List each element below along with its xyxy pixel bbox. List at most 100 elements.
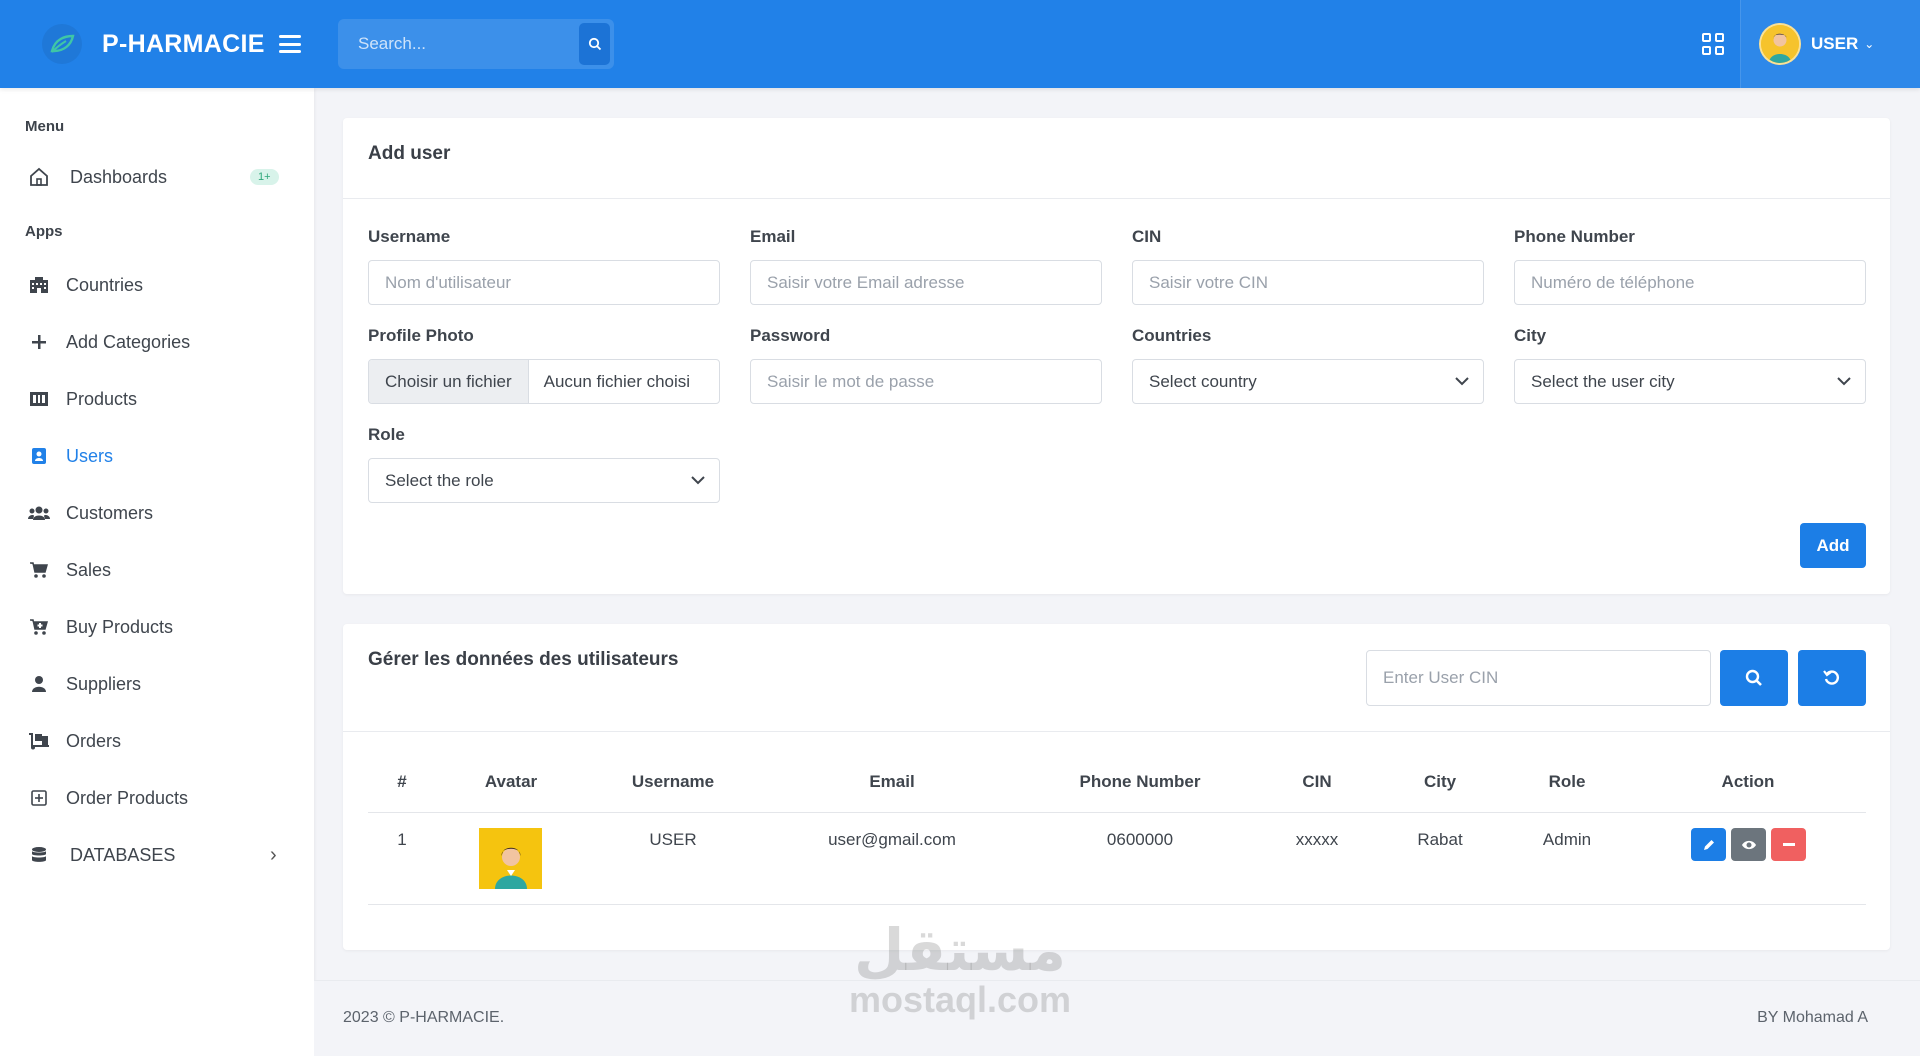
- watermark-latin: mostaql.com: [848, 979, 1072, 1020]
- footer: 2023 © P-HARMACIE. BY Mohamad A: [314, 980, 1920, 1056]
- avatar: [479, 828, 542, 889]
- column-header-role: Role: [1548, 772, 1586, 791]
- chevron-down-icon: [1455, 377, 1469, 386]
- cin-field: [1132, 260, 1484, 305]
- sidebar-item-products[interactable]: Products: [0, 377, 314, 421]
- delete-button[interactable]: [1771, 828, 1806, 861]
- country-select-value: Select country: [1149, 371, 1257, 391]
- sidebar-item-orders[interactable]: Orders: [0, 719, 314, 763]
- cin-search-input[interactable]: [1383, 651, 1710, 705]
- search-icon: [1745, 669, 1762, 686]
- edit-button[interactable]: [1691, 828, 1726, 861]
- divider: [343, 731, 1890, 732]
- copyright-text: 2023 © P-HARMACIE.: [343, 1009, 505, 1026]
- menu-toggle-icon[interactable]: [278, 35, 301, 53]
- sidebar-item-add-categories[interactable]: Add Categories: [0, 320, 314, 364]
- search-button[interactable]: [579, 23, 610, 65]
- sidebar-item-label: Customers: [66, 502, 154, 523]
- sidebar-item-label: DATABASES: [70, 844, 176, 865]
- file-name-text: Aucun fichier choisi: [543, 371, 691, 391]
- divider: [343, 198, 1890, 199]
- cin-input[interactable]: [1149, 261, 1483, 304]
- database-icon: [28, 844, 50, 866]
- row-username: USER: [649, 830, 697, 849]
- column-header-phone: Phone Number: [1079, 772, 1201, 791]
- sidebar-item-label: Countries: [66, 274, 144, 295]
- reset-button[interactable]: [1798, 650, 1866, 706]
- email-input[interactable]: [767, 261, 1101, 304]
- sidebar-item-buy-products[interactable]: Buy Products: [0, 605, 314, 649]
- user-icon: [28, 673, 50, 695]
- user-name: USER: [1811, 34, 1859, 53]
- sidebar-item-label: Dashboards: [70, 166, 168, 187]
- cart-icon: [28, 559, 50, 581]
- profile-photo-label: Profile Photo: [368, 326, 474, 345]
- global-search: [338, 19, 614, 69]
- brand: P-HARMACIE: [0, 0, 314, 88]
- email-field: [750, 260, 1102, 305]
- column-header-city: City: [1423, 772, 1457, 791]
- email-label: Email: [750, 227, 796, 246]
- countries-label: Countries: [1132, 326, 1212, 345]
- row-index: 1: [397, 830, 407, 849]
- choose-file-button[interactable]: Choisir un fichier: [369, 360, 529, 403]
- column-header-index: #: [397, 772, 407, 791]
- username-field: [368, 260, 720, 305]
- sidebar-item-label: Suppliers: [66, 673, 142, 694]
- role-label: Role: [368, 425, 405, 444]
- apps-grid-icon[interactable]: [1702, 33, 1724, 55]
- country-select[interactable]: Select country: [1132, 359, 1484, 404]
- sidebar-item-customers[interactable]: Customers: [0, 491, 314, 535]
- sidebar-item-databases[interactable]: DATABASES ›: [0, 833, 314, 877]
- sidebar-item-suppliers[interactable]: Suppliers: [0, 662, 314, 706]
- table-row-divider: [368, 904, 1866, 905]
- password-label: Password: [750, 326, 831, 345]
- chevron-down-icon: [1837, 377, 1851, 386]
- search-input[interactable]: [338, 19, 579, 69]
- view-button[interactable]: [1731, 828, 1766, 861]
- brand-name[interactable]: P-HARMACIE: [102, 30, 265, 59]
- profile-photo-file-input[interactable]: Choisir un fichier Aucun fichier choisi: [368, 359, 720, 404]
- chevron-right-icon: ›: [270, 843, 277, 866]
- sidebar-item-countries[interactable]: Countries: [0, 263, 314, 307]
- sidebar-item-order-products[interactable]: Order Products: [0, 776, 314, 820]
- chevron-down-icon: ⌄: [1864, 37, 1875, 51]
- password-input[interactable]: [767, 360, 1101, 403]
- leaf-logo-icon[interactable]: [42, 24, 82, 64]
- sidebar-item-sales[interactable]: Sales: [0, 548, 314, 592]
- plus-icon: [28, 331, 50, 353]
- building-icon: [28, 274, 50, 296]
- search-user-button[interactable]: [1720, 650, 1788, 706]
- sidebar-item-label: Orders: [66, 730, 122, 751]
- author-credit: BY Mohamad A: [1757, 1009, 1868, 1026]
- city-label: City: [1514, 326, 1547, 345]
- card-title: Add user: [368, 143, 451, 164]
- table-header-divider: [368, 812, 1866, 813]
- add-user-button[interactable]: Add: [1800, 523, 1866, 568]
- city-select[interactable]: Select the user city: [1514, 359, 1866, 404]
- top-navbar: P-HARMACIE USER ⌄: [0, 0, 1920, 88]
- column-header-action: Action: [1721, 772, 1775, 791]
- phone-field: [1514, 260, 1866, 305]
- username-input[interactable]: [385, 261, 719, 304]
- sidebar-item-dashboards[interactable]: Dashboards 1+: [0, 155, 314, 199]
- phone-input[interactable]: [1531, 261, 1865, 304]
- watermark: مستقل mostaql.com: [840, 920, 1080, 1020]
- sidebar-item-label: Sales: [66, 559, 112, 580]
- cin-label: CIN: [1132, 227, 1162, 246]
- users-icon: [28, 502, 50, 524]
- dolly-icon: [28, 730, 50, 752]
- row-cin: xxxxx: [1295, 830, 1339, 849]
- sidebar-item-label: Buy Products: [66, 616, 174, 637]
- column-header-email: Email: [869, 772, 915, 791]
- sidebar-item-users[interactable]: Users: [0, 434, 314, 478]
- sidebar-item-label: Users: [66, 445, 114, 466]
- sidebar: Menu Dashboards 1+ Apps Countries Add Ca…: [0, 88, 314, 1056]
- id-badge-icon: [28, 445, 50, 467]
- row-phone: 0600000: [1106, 830, 1174, 849]
- role-select-value: Select the role: [385, 470, 494, 490]
- role-select[interactable]: Select the role: [368, 458, 720, 503]
- column-header-username: Username: [631, 772, 715, 791]
- user-menu[interactable]: USER ⌄: [1740, 0, 1920, 88]
- card-title: Gérer les données des utilisateurs: [368, 649, 679, 670]
